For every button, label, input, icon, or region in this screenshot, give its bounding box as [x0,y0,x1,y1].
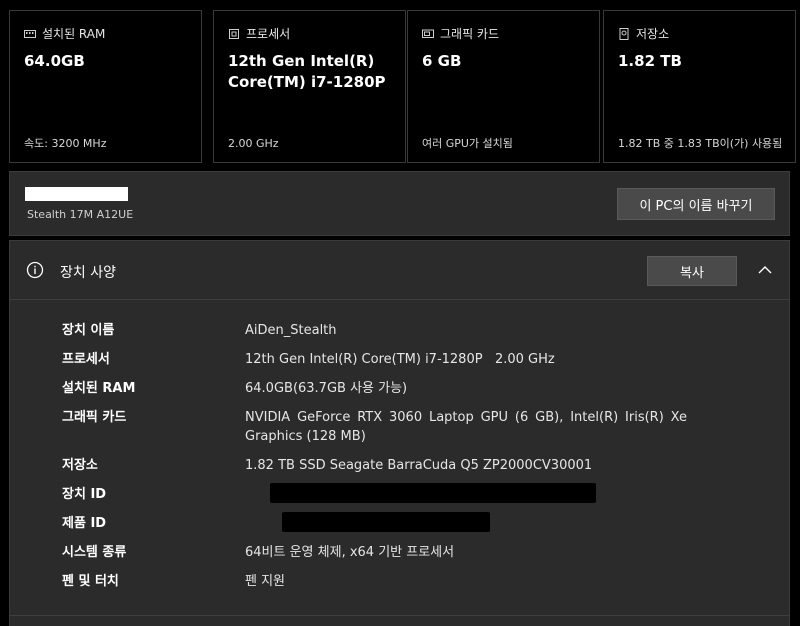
device-specs-header[interactable]: 장치 사양 복사 [10,241,789,300]
storage-card-header: 저장소 [618,25,669,42]
graphics-card-icon [422,29,434,38]
spec-row-device-id: 장치 ID [10,483,789,514]
spec-list: 장치 이름 AiDen_Stealth 프로세서 12th Gen Intel(… [10,321,789,601]
spec-label: 장치 이름 [62,323,115,338]
redacted-device-name [25,187,128,201]
storage-card-value: 1.82 TB [618,52,682,70]
ram-card: 설치된 RAM 64.0GB 속도: 3200 MHz [9,10,202,163]
ram-icon [24,29,36,38]
spec-label: 설치된 RAM [62,381,136,396]
spec-label: 그래픽 카드 [62,410,127,425]
spec-row-processor: 프로세서 12th Gen Intel(R) Core(TM) i7-1280P… [10,350,789,379]
chevron-up-icon[interactable] [755,261,775,279]
spec-value: 펜 지원 [245,574,286,589]
device-specs-title: 장치 사양 [60,265,116,281]
graphics-card: 그래픽 카드 6 GB 여러 GPU가 설치됨 [407,10,600,163]
storage-card: 저장소 1.82 TB 1.82 TB 중 1.83 TB이(가) 사용됨 [603,10,796,163]
processor-card-title: 프로세서 [246,27,291,41]
info-icon [26,261,44,279]
spec-row-system-type: 시스템 종류 64비트 운영 체제, x64 기반 프로세서 [10,543,789,572]
processor-card-footer: 2.00 GHz [228,137,279,150]
spec-value: 1.82 TB SSD Seagate BarraCuda Q5 ZP2000C… [245,458,593,473]
spec-label: 장치 ID [62,487,107,502]
spec-value: NVIDIA GeForce RTX 3060 Laptop GPU (6 GB… [245,410,687,444]
ram-card-title: 설치된 RAM [42,27,106,41]
spec-label: 펜 및 터치 [62,574,119,589]
graphics-card-value: 6 GB [422,52,462,70]
spec-label: 프로세서 [62,352,110,367]
spec-row-ram: 설치된 RAM 64.0GB(63.7GB 사용 가능) [10,379,789,408]
ram-card-header: 설치된 RAM [24,25,105,42]
spec-label: 저장소 [62,458,98,473]
device-model: Stealth 17M A12UE [27,208,134,221]
spec-row-product-id: 제품 ID [10,512,789,543]
spec-row-graphics: 그래픽 카드 NVIDIA GeForce RTX 3060 Laptop GP… [10,408,789,456]
spec-label: 시스템 종류 [62,545,127,560]
storage-icon [619,27,629,40]
graphics-card-title: 그래픽 카드 [440,27,500,41]
spec-value: 64비트 운영 체제, x64 기반 프로세서 [245,545,455,560]
processor-icon [229,28,239,39]
device-specs-panel: 장치 사양 복사 장치 이름 AiDen_Stealth 프로세서 12th G… [9,240,790,626]
redacted-device-id [270,483,596,503]
redacted-product-id [282,512,490,532]
spec-row-storage: 저장소 1.82 TB SSD Seagate BarraCuda Q5 ZP2… [10,456,789,485]
spec-row-device-name: 장치 이름 AiDen_Stealth [10,321,789,350]
processor-card-value: 12th Gen Intel(R) Core(TM) i7-1280P [228,52,386,91]
spec-row-pen-touch: 펜 및 터치 펜 지원 [10,572,789,601]
spec-divider [10,615,789,616]
spec-value: 64.0GB(63.7GB 사용 가능) [245,381,408,396]
graphics-card-header: 그래픽 카드 [422,25,499,42]
processor-card: 프로세서 12th Gen Intel(R) Core(TM) i7-1280P… [213,10,406,163]
rename-pc-button[interactable]: 이 PC의 이름 바꾸기 [617,188,775,220]
graphics-card-footer: 여러 GPU가 설치됨 [422,137,513,150]
processor-card-header: 프로세서 [228,25,290,42]
ram-card-footer: 속도: 3200 MHz [24,137,107,150]
about-page: 설치된 RAM 64.0GB 속도: 3200 MHz 프로세서 12th Ge… [0,0,800,626]
copy-button[interactable]: 복사 [647,256,737,286]
device-name-panel: Stealth 17M A12UE 이 PC의 이름 바꾸기 [9,171,790,236]
spec-label: 제품 ID [62,516,107,531]
storage-card-title: 저장소 [636,27,670,41]
ram-card-value: 64.0GB [24,52,85,70]
storage-card-footer: 1.82 TB 중 1.83 TB이(가) 사용됨 [618,137,783,150]
spec-value: AiDen_Stealth [245,323,337,338]
spec-value: 12th Gen Intel(R) Core(TM) i7-1280P 2.00… [245,352,555,367]
